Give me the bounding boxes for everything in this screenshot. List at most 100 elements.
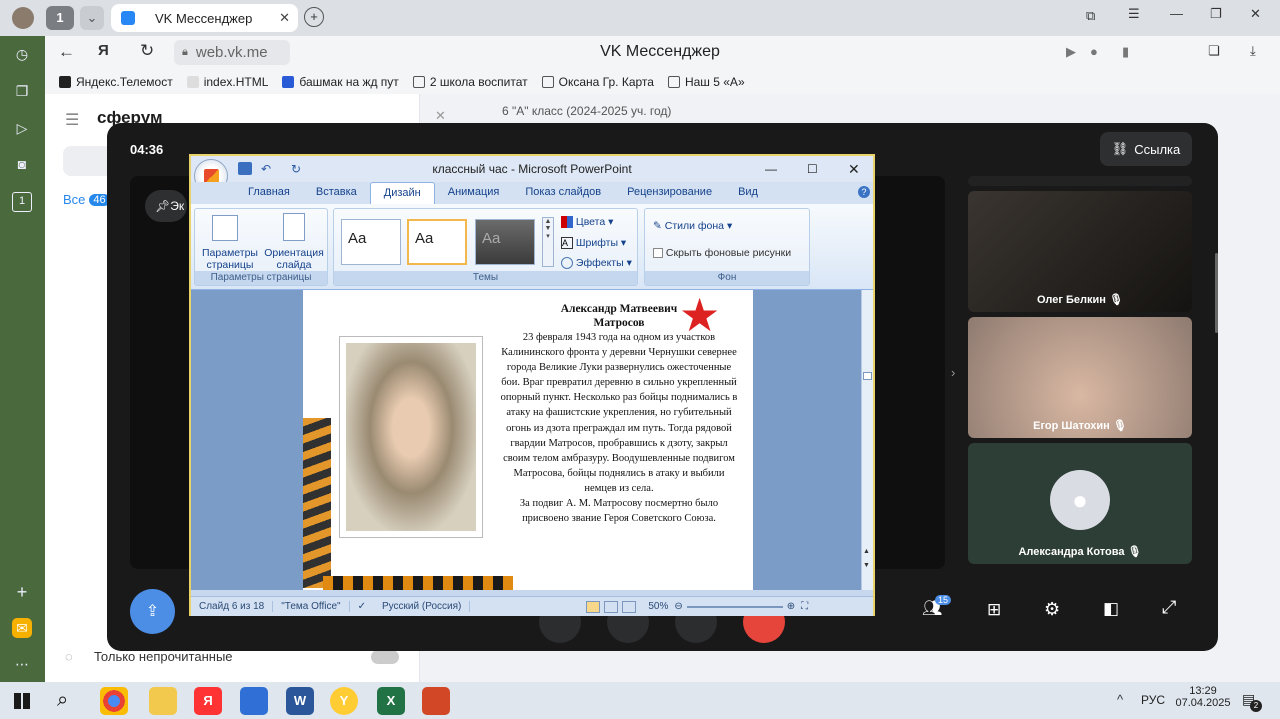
chrome-icon[interactable]	[100, 687, 128, 715]
collections-icon[interactable]: ⧉	[1086, 8, 1095, 24]
tab-design[interactable]: Дизайн	[369, 182, 435, 204]
theme-thumbnail[interactable]: Aa	[341, 219, 401, 265]
effects-button[interactable]: Эффекты ▾	[561, 257, 632, 270]
slideshow-view-icon[interactable]	[622, 600, 637, 613]
menu-icon[interactable]: ☰	[1128, 6, 1140, 22]
new-tab-icon[interactable]: +	[304, 7, 324, 27]
normal-view-icon[interactable]	[586, 600, 601, 613]
bookmark-item[interactable]: Яндекс.Телемост	[59, 75, 173, 89]
camera-icon[interactable]: ◙	[12, 154, 32, 174]
tray-chevron-icon[interactable]: ^	[1117, 692, 1123, 707]
undo-icon[interactable]: ↶	[261, 156, 271, 182]
close-window-icon[interactable]: ✕	[1250, 6, 1261, 22]
grid-icon[interactable]: ⊞	[987, 600, 1001, 620]
store-icon[interactable]	[240, 687, 268, 715]
tab-view[interactable]: Вид	[725, 182, 771, 204]
restore-icon[interactable]: ❐	[1210, 6, 1222, 22]
sorter-view-icon[interactable]	[604, 600, 619, 613]
close-chat-icon[interactable]: ✕	[435, 108, 446, 124]
play-icon[interactable]: ▷	[12, 118, 32, 138]
reload-icon[interactable]: ↻	[140, 41, 154, 61]
slide[interactable]: ★ Александр Матвеевич Матросов 23 феврал…	[303, 290, 753, 590]
yandex-icon[interactable]: Y	[330, 687, 358, 715]
hide-bg-checkbox[interactable]: Скрыть фоновые рисунки	[653, 247, 791, 259]
add-icon[interactable]: +	[12, 582, 32, 602]
bg-styles-button[interactable]: ✎ Стили фона ▾	[653, 220, 732, 232]
layout-icon[interactable]: ◧	[1103, 599, 1119, 619]
participant-tile[interactable]: ● Александра Котова 🎙︎	[968, 443, 1192, 564]
next-slide-icon[interactable]: ▼	[863, 562, 870, 569]
active-tab[interactable]: VK Мессенджер ✕	[111, 4, 298, 32]
colors-button[interactable]: Цвета ▾	[561, 216, 613, 229]
theme-thumbnail-selected[interactable]: Aa	[407, 219, 467, 265]
participant-tile[interactable]: Егор Шатохин 🎙︎	[968, 317, 1192, 438]
fonts-button[interactable]: A Шрифты ▾	[561, 237, 626, 249]
windows-start-icon[interactable]	[14, 693, 30, 709]
theme-thumbnail[interactable]: Aa	[475, 219, 535, 265]
scroll-thumb[interactable]	[863, 372, 872, 380]
yandex-browser-icon[interactable]: Я	[194, 687, 222, 715]
bookmark-item[interactable]: Оксана Гр. Карта	[541, 75, 654, 89]
close-tab-icon[interactable]: ✕	[279, 10, 290, 26]
excel-icon[interactable]: X	[377, 687, 405, 715]
save-icon[interactable]	[238, 162, 252, 175]
gear-icon[interactable]: ⚙	[1044, 599, 1060, 620]
camera-icon[interactable]: ▶	[1066, 44, 1076, 60]
fullscreen-icon[interactable]: ⤢	[1162, 597, 1176, 618]
vertical-scrollbar[interactable]: ▲ ▼	[861, 290, 873, 590]
spellcheck-icon[interactable]: ✓	[350, 601, 374, 612]
menu-icon[interactable]: ☰	[65, 110, 79, 130]
yandex-icon[interactable]: Я	[98, 42, 109, 59]
copy-link-button[interactable]: ⛓ Ссылка	[1100, 132, 1192, 166]
search-icon[interactable]: ⌕	[57, 689, 68, 712]
more-icon[interactable]: ⋯	[12, 654, 32, 674]
zoom-out-icon[interactable]: ⊖	[674, 601, 682, 612]
orientation-button[interactable]: Ориентация слайда	[261, 247, 327, 271]
close-icon[interactable]: ✕	[848, 156, 860, 182]
chevron-right-icon[interactable]: ›	[951, 365, 955, 380]
redo-icon[interactable]: ↻	[291, 156, 301, 182]
unread-only-toggle[interactable]	[371, 650, 399, 664]
minimize-icon[interactable]: —	[765, 156, 777, 182]
participant-tile[interactable]: Олег Белкин 🎙︎	[968, 191, 1192, 312]
back-icon[interactable]: ←	[58, 42, 75, 62]
help-icon[interactable]: ?	[858, 186, 870, 198]
history-icon[interactable]: ◷	[12, 44, 32, 64]
clock[interactable]: 13:29 07.04.2025	[1174, 685, 1232, 709]
language-indicator[interactable]: РУС	[1141, 693, 1165, 707]
word-icon[interactable]: W	[286, 687, 314, 715]
theme-scroll[interactable]: ▲ ▼ ▾	[542, 217, 554, 267]
bookmark-item[interactable]: index.HTML	[186, 75, 268, 89]
tab-counter[interactable]: 1	[46, 6, 74, 30]
minimize-icon[interactable]: —	[1170, 6, 1183, 21]
bookmark-icon[interactable]: ▮	[1122, 44, 1129, 60]
language[interactable]: Русский (Россия)	[374, 601, 471, 612]
page-setup-button[interactable]: Параметры страницы	[197, 247, 263, 271]
explorer-icon[interactable]	[149, 687, 177, 715]
zoom-in-icon[interactable]: ⊕	[787, 601, 795, 612]
zoom-slider[interactable]	[686, 605, 783, 608]
powerpoint-icon[interactable]	[422, 687, 450, 715]
bookmark-item[interactable]: Наш 5 «А»	[667, 75, 745, 89]
tab-animation[interactable]: Анимация	[435, 182, 513, 204]
maximize-icon[interactable]: ☐	[807, 156, 818, 182]
scrollbar[interactable]	[1215, 253, 1218, 333]
chevron-down-icon[interactable]: ⌄	[80, 6, 104, 30]
pin-button[interactable]: 📌︎Эк	[145, 190, 187, 222]
bookmark-item[interactable]: 2 школа воспитат	[412, 75, 528, 89]
mail-icon[interactable]: ✉	[12, 618, 32, 638]
tab-review[interactable]: Рецензирование	[614, 182, 725, 204]
counter-icon[interactable]: 1	[12, 192, 32, 212]
tab-home[interactable]: Главная	[235, 182, 303, 204]
bookmark-item[interactable]: башмак на жд пут	[282, 75, 399, 89]
fit-slide-icon[interactable]: ⛶	[801, 601, 808, 612]
filter-all[interactable]: Все 46	[63, 192, 110, 207]
mic-icon[interactable]: ●	[1090, 44, 1098, 59]
tab-insert[interactable]: Вставка	[303, 182, 370, 204]
prev-slide-icon[interactable]: ▲	[863, 548, 870, 555]
notes-icon[interactable]: ❐	[12, 81, 32, 101]
tab-slideshow[interactable]: Показ слайдов	[512, 182, 614, 204]
extensions-icon[interactable]: ❏	[1208, 43, 1220, 59]
share-screen-button[interactable]: ⇪	[130, 589, 175, 634]
profile-avatar[interactable]	[12, 7, 34, 29]
